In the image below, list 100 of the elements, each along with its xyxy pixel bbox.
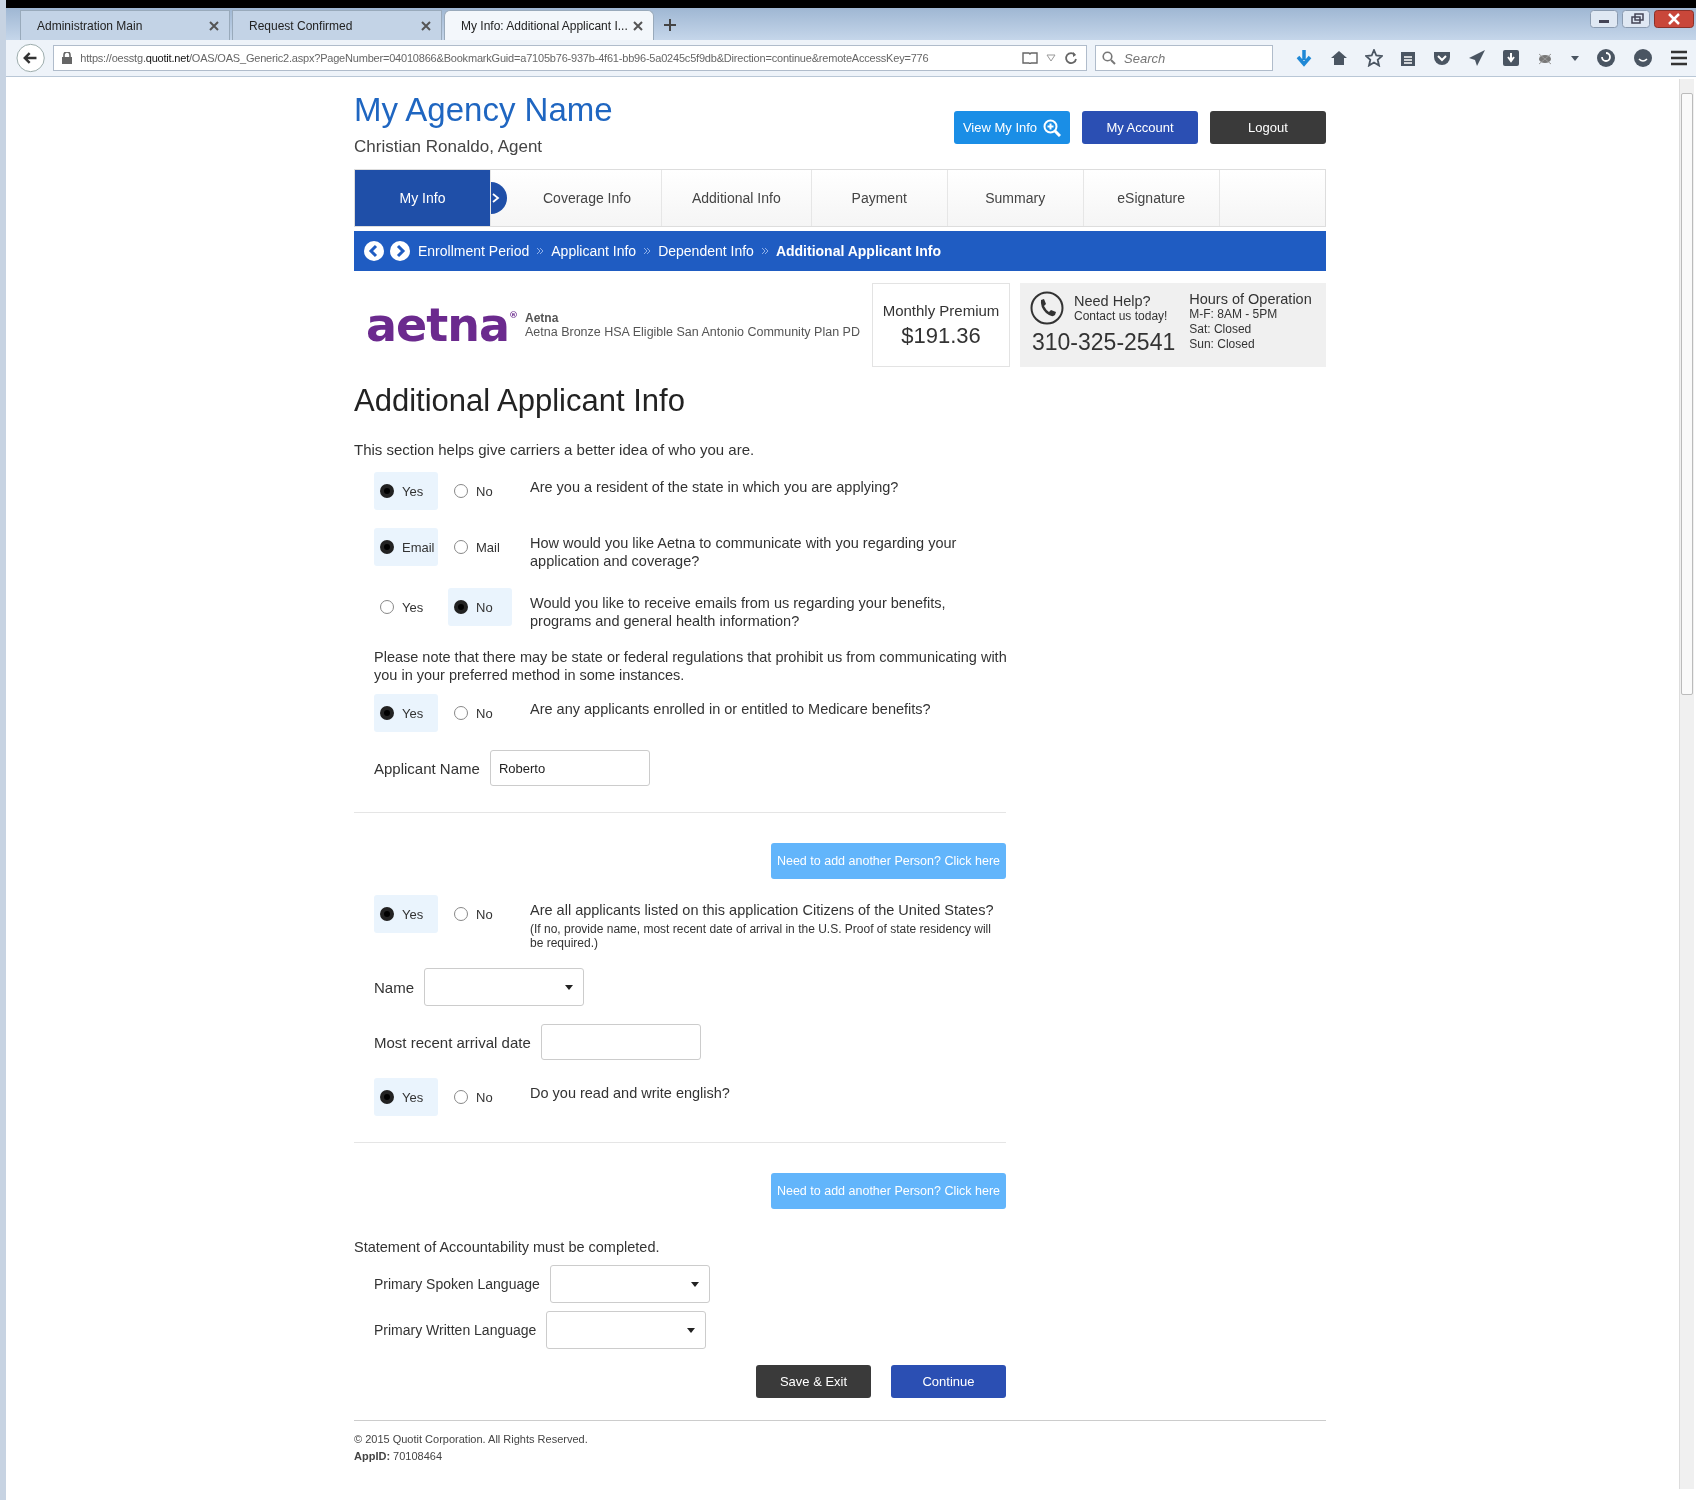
breadcrumb-link[interactable]: Additional Applicant Info xyxy=(775,243,941,259)
browser-tab[interactable]: My Info: Additional Applicant I... xyxy=(444,10,654,40)
download-icon[interactable] xyxy=(1295,49,1313,67)
radio-button[interactable] xyxy=(454,907,468,921)
clipboard-icon[interactable] xyxy=(1400,49,1416,67)
radio-option[interactable]: Yes xyxy=(374,588,438,626)
question-text: Are all applicants listed on this application Citizens of the United States? xyxy=(530,901,995,919)
next-icon[interactable] xyxy=(390,241,410,261)
hours-title: Hours of Operation xyxy=(1189,291,1312,307)
scrollbar[interactable] xyxy=(1679,79,1694,1489)
restore-icon[interactable] xyxy=(1622,10,1650,28)
radio-button[interactable] xyxy=(454,706,468,720)
separator-icon xyxy=(761,248,768,254)
step-tab[interactable]: Payment xyxy=(811,170,948,226)
phone-number: 310-325-2541 xyxy=(1032,329,1176,356)
question-text: Would you like to receive emails from us regarding your benefits, programs and general health information? xyxy=(530,594,947,630)
radio-button[interactable] xyxy=(380,484,394,498)
question-text: Are you a resident of the state in which you are applying? xyxy=(530,478,900,496)
pocket-icon[interactable] xyxy=(1433,50,1451,66)
question-note: (If no, provide name, most recent date of arrival in the U.S. Proof of state residency will be required.) xyxy=(530,922,992,950)
input-field[interactable] xyxy=(540,1024,701,1060)
reader-icon[interactable] xyxy=(1022,52,1038,64)
search-field[interactable]: Search xyxy=(1095,45,1273,71)
reload-icon[interactable] xyxy=(1064,51,1078,65)
save-icon[interactable] xyxy=(1503,50,1519,66)
radio-option[interactable]: Yes xyxy=(374,895,438,933)
account-button[interactable]: My Account xyxy=(1082,111,1198,144)
breadcrumb-link[interactable]: Dependent Info xyxy=(658,243,754,259)
radio-option[interactable]: No xyxy=(448,588,512,626)
radio-option[interactable]: No xyxy=(448,1078,512,1116)
save-exit-button[interactable]: Save & Exit xyxy=(756,1365,871,1398)
field-label: Name xyxy=(374,978,414,996)
caret-icon xyxy=(565,984,573,990)
home-icon[interactable] xyxy=(1330,49,1348,67)
caret-icon xyxy=(687,1327,696,1333)
chat-icon[interactable] xyxy=(1633,48,1653,68)
close-icon[interactable] xyxy=(421,20,431,31)
separator-icon xyxy=(537,248,544,254)
radio-option[interactable]: Yes xyxy=(374,694,438,732)
agent-name: Christian Ronaldo, Agent xyxy=(354,137,544,157)
radio-button[interactable] xyxy=(454,484,468,498)
dropdown-field[interactable] xyxy=(549,1265,710,1303)
browser-tab[interactable]: Request Confirmed xyxy=(232,10,442,40)
history-icon[interactable] xyxy=(1596,48,1616,68)
radio-button[interactable] xyxy=(454,1090,468,1104)
minimize-icon[interactable] xyxy=(1590,10,1618,28)
radio-button[interactable] xyxy=(380,600,394,614)
dropdown-field[interactable] xyxy=(546,1311,707,1349)
copyright-text: © 2015 Quotit Corporation. All Rights Reserved. xyxy=(354,1432,589,1447)
step-tab[interactable]: Additional Info xyxy=(661,170,812,226)
back-icon[interactable] xyxy=(16,43,46,73)
send-icon[interactable] xyxy=(1468,49,1486,67)
radio-button[interactable] xyxy=(380,706,394,720)
radio-button[interactable] xyxy=(380,540,394,554)
question-text: Are any applicants enrolled in or entitled to Medicare benefits? xyxy=(530,700,932,718)
help-subtitle: Contact us today! xyxy=(1074,309,1168,323)
menu-icon[interactable] xyxy=(1670,50,1688,66)
close-icon[interactable] xyxy=(633,20,643,31)
field-label: Primary Spoken Language xyxy=(374,1276,540,1292)
radio-option[interactable]: Email xyxy=(374,528,438,566)
hours-line: M-F: 8AM - 5PM xyxy=(1189,307,1279,322)
star-icon[interactable] xyxy=(1365,49,1383,67)
radio-option[interactable]: No xyxy=(448,895,512,933)
search-icon xyxy=(1102,51,1116,65)
dropdown-field[interactable] xyxy=(424,968,584,1006)
radio-option[interactable]: No xyxy=(448,694,512,732)
caret-icon[interactable] xyxy=(1571,55,1579,61)
input-field[interactable]: Roberto xyxy=(489,750,650,786)
help-title: Need Help? xyxy=(1074,293,1152,309)
intro-text: This section helps give carriers a better idea of who you are. xyxy=(354,441,756,458)
notice-text: Please note that there may be state or federal regulations that prohibit us from communicating with you in your preferred method in some instances. xyxy=(374,648,1008,684)
radio-option[interactable]: No xyxy=(448,472,512,510)
close-icon[interactable] xyxy=(1654,10,1694,28)
previous-icon[interactable] xyxy=(364,241,384,261)
step-tab[interactable]: eSignature xyxy=(1083,170,1220,226)
radio-button[interactable] xyxy=(454,540,468,554)
close-icon[interactable] xyxy=(209,20,219,31)
hours-line: Sat: Closed xyxy=(1189,322,1253,337)
continue-button[interactable]: Continue xyxy=(891,1365,1006,1398)
browser-tab[interactable]: Administration Main xyxy=(20,10,230,40)
logout-button[interactable]: Logout xyxy=(1210,111,1326,144)
field-label: Most recent arrival date xyxy=(374,1033,531,1051)
radio-option[interactable]: Mail xyxy=(448,528,512,566)
field-label: Primary Written Language xyxy=(374,1322,537,1338)
question-text: Do you read and write english? xyxy=(530,1084,731,1102)
radio-option[interactable]: Yes xyxy=(374,1078,438,1116)
page-title: Additional Applicant Info xyxy=(354,383,686,419)
step-tab[interactable]: Coverage Info xyxy=(513,170,662,226)
question-text: How would you like Aetna to communicate with you regarding your application and coverage? xyxy=(530,534,958,570)
new-tab-icon[interactable] xyxy=(664,19,676,31)
breadcrumb-link[interactable]: Applicant Info xyxy=(551,243,637,259)
scrollbar-thumb[interactable] xyxy=(1681,93,1693,695)
lock-icon xyxy=(62,52,73,64)
radio-button[interactable] xyxy=(380,1090,394,1104)
step-tab[interactable]: Summary xyxy=(947,170,1084,226)
radio-button[interactable] xyxy=(380,907,394,921)
radio-button[interactable] xyxy=(454,600,468,614)
zoom-in-icon xyxy=(1043,118,1062,137)
breadcrumb-link[interactable]: Enrollment Period xyxy=(418,243,530,259)
radio-option[interactable]: Yes xyxy=(374,472,438,510)
